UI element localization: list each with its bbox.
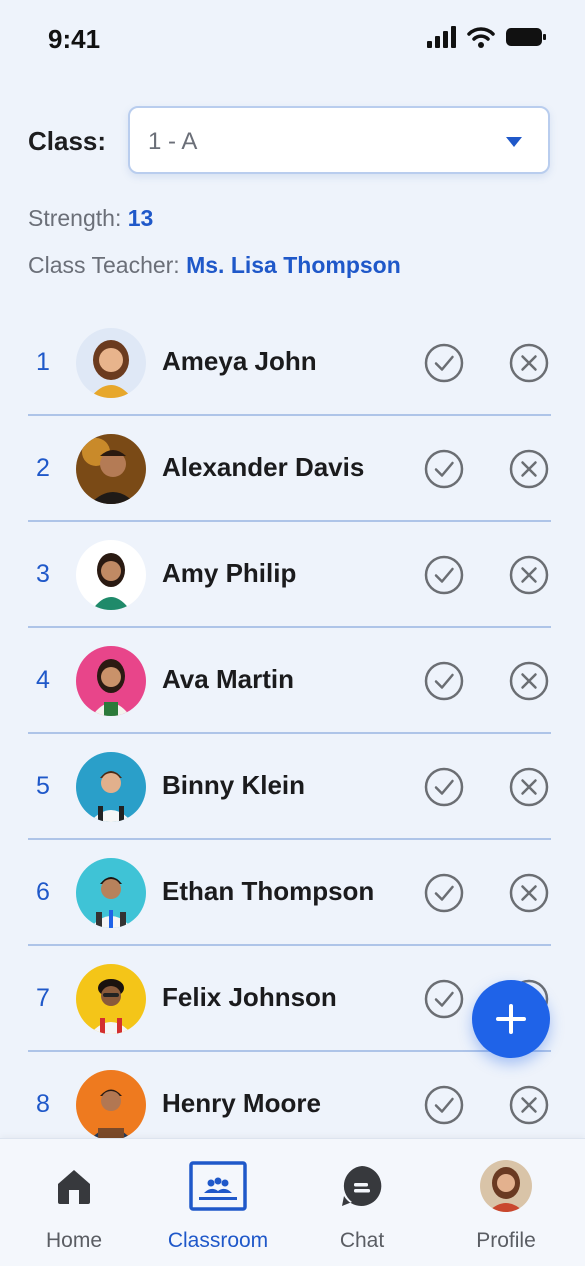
- student-row: 5 Binny Klein: [28, 734, 551, 840]
- tab-chat-label: Chat: [339, 1229, 385, 1252]
- class-dropdown[interactable]: 1 - A: [128, 106, 550, 174]
- x-circle-icon[interactable]: [509, 343, 549, 383]
- profile-avatar: [480, 1160, 532, 1212]
- student-row: 6 Ethan Thompson: [28, 840, 551, 946]
- check-circle-icon[interactable]: [424, 343, 464, 383]
- student-list: 1 Ameya John 2 Alexander Davis 3 Amy Phi…: [28, 310, 551, 1158]
- strength-line: Strength: 13: [28, 205, 153, 232]
- student-row: 1 Ameya John: [28, 310, 551, 416]
- battery-icon: [506, 28, 546, 46]
- student-name: Amy Philip: [162, 558, 297, 588]
- student-name: Felix Johnson: [162, 982, 337, 1012]
- roll-number: 3: [36, 560, 50, 588]
- classroom-icon: [189, 1161, 247, 1211]
- roll-number: 7: [36, 984, 50, 1012]
- tab-profile[interactable]: Profile: [446, 1157, 566, 1253]
- student-avatar: [76, 1070, 146, 1140]
- student-avatar: [76, 646, 146, 716]
- tab-profile-label: Profile: [476, 1229, 536, 1252]
- class-selector-row: Class: 1 - A: [28, 106, 553, 176]
- student-row: 4 Ava Martin: [28, 628, 551, 734]
- check-circle-icon[interactable]: [424, 1085, 464, 1125]
- class-dropdown-value: 1 - A: [148, 128, 198, 155]
- student-name: Henry Moore: [162, 1088, 321, 1118]
- status-time: 9:41: [48, 24, 101, 54]
- signal-icon: [427, 26, 456, 48]
- strength-label: Strength:: [28, 205, 122, 231]
- student-avatar: [76, 964, 146, 1034]
- student-name: Alexander Davis: [162, 452, 365, 482]
- x-circle-icon[interactable]: [509, 873, 549, 913]
- chat-icon: [342, 1166, 382, 1206]
- check-circle-icon[interactable]: [424, 661, 464, 701]
- check-circle-icon[interactable]: [424, 767, 464, 807]
- strength-value: 13: [127, 205, 154, 231]
- wifi-icon: [467, 27, 495, 48]
- plus-icon: [496, 1004, 526, 1034]
- tab-classroom[interactable]: Classroom: [158, 1157, 278, 1253]
- student-row: 7 Felix Johnson: [28, 946, 551, 1052]
- tab-home-label: Home: [45, 1229, 103, 1252]
- student-avatar: [76, 434, 146, 504]
- class-label: Class:: [28, 126, 107, 156]
- add-student-button[interactable]: [472, 980, 550, 1058]
- home-icon: [58, 1170, 90, 1204]
- check-circle-icon[interactable]: [424, 449, 464, 489]
- check-circle-icon[interactable]: [424, 873, 464, 913]
- bottom-tab-bar: Home Classroom Chat Profile: [0, 1138, 585, 1266]
- tab-home[interactable]: Home: [14, 1157, 134, 1253]
- student-name: Ameya John: [162, 346, 317, 376]
- roll-number: 1: [36, 348, 50, 376]
- roll-number: 2: [36, 454, 50, 482]
- class-teacher-label: Class Teacher:: [28, 252, 180, 278]
- student-name: Binny Klein: [162, 770, 306, 800]
- student-name: Ethan Thompson: [162, 876, 375, 906]
- status-bar: 9:41: [0, 0, 585, 80]
- status-icons: [427, 26, 547, 48]
- student-row: 3 Amy Philip: [28, 522, 551, 628]
- class-teacher-value: Ms. Lisa Thompson: [186, 252, 401, 278]
- check-circle-icon[interactable]: [424, 979, 464, 1019]
- student-row: 2 Alexander Davis: [28, 416, 551, 522]
- caret-down-icon: [506, 137, 522, 147]
- x-circle-icon[interactable]: [509, 661, 549, 701]
- roll-number: 4: [36, 666, 50, 694]
- roll-number: 6: [36, 878, 50, 906]
- check-circle-icon[interactable]: [424, 555, 464, 595]
- tab-chat[interactable]: Chat: [302, 1157, 422, 1253]
- tab-classroom-label: Classroom: [167, 1229, 269, 1252]
- student-name: Ava Martin: [162, 664, 294, 694]
- x-circle-icon[interactable]: [509, 555, 549, 595]
- roll-number: 5: [36, 772, 50, 800]
- student-avatar: [76, 858, 146, 928]
- student-avatar: [76, 540, 146, 610]
- roll-number: 8: [36, 1090, 50, 1118]
- x-circle-icon[interactable]: [509, 1085, 549, 1125]
- class-teacher-line: Class Teacher: Ms. Lisa Thompson: [28, 252, 401, 279]
- student-avatar: [76, 328, 146, 398]
- x-circle-icon[interactable]: [509, 767, 549, 807]
- x-circle-icon[interactable]: [509, 449, 549, 489]
- student-avatar: [76, 752, 146, 822]
